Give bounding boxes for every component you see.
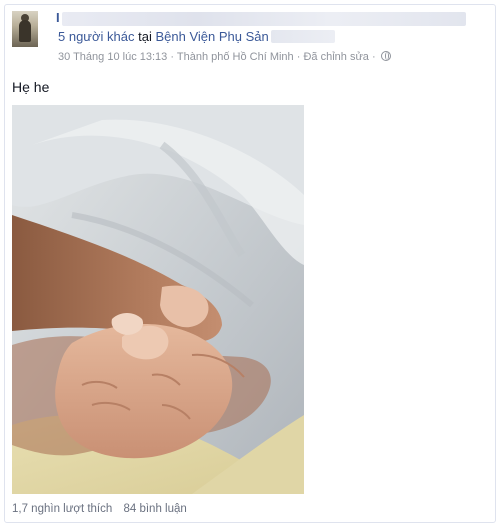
meta-separator: · (371, 51, 376, 63)
baby-hand-photo-icon (12, 105, 304, 494)
post-photo[interactable] (12, 105, 304, 494)
likes-count[interactable]: 1,7 nghìn lượt thích (12, 503, 112, 515)
post-stats: 1,7 nghìn lượt thích 84 bình luận (12, 503, 187, 515)
author-name-line[interactable]: I (50, 10, 470, 26)
redacted-author-name (62, 12, 466, 26)
post-message: Hẹ he (12, 79, 50, 95)
tag-line: 5 người khác tại Bệnh Viện Phụ Sản (58, 29, 335, 44)
comments-count[interactable]: 84 bình luận (123, 503, 186, 515)
place-link[interactable]: Bệnh Viện Phụ Sản (155, 29, 268, 44)
meta-separator: · (170, 51, 175, 63)
globe-icon[interactable] (380, 51, 391, 61)
post-timestamp[interactable]: 30 Tháng 10 lúc 13:13 (58, 51, 167, 63)
post-meta: 30 Tháng 10 lúc 13:13 · Thành phố Hồ Chí… (58, 51, 391, 63)
meta-separator: · (296, 51, 301, 63)
post-location[interactable]: Thành phố Hồ Chí Minh (177, 51, 294, 63)
edited-label[interactable]: Đã chỉnh sửa (303, 51, 368, 63)
redacted-place-suffix (270, 30, 335, 43)
avatar-figure-body (19, 20, 31, 42)
tagged-people-link[interactable]: 5 người khác (58, 29, 135, 44)
tag-connector: tại (138, 29, 152, 44)
author-avatar[interactable] (12, 11, 38, 47)
author-initial[interactable]: I (56, 10, 60, 25)
